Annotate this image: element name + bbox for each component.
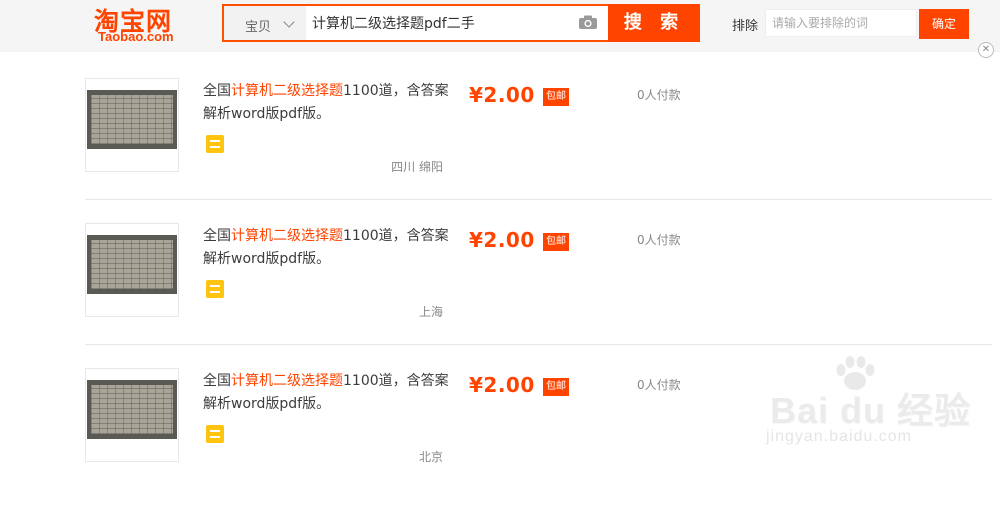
search-button[interactable]: 搜 索 [608,4,700,42]
top-search-bar: 淘宝网 Taobao.com 宝贝 搜 索 排除 确定 ✕ [0,0,1000,58]
result-item[interactable]: 全国计算机二级选择题1100道，含答案解析word版pdf版。 四川 绵阳 ¥2… [85,70,992,215]
title-prefix: 全国 [203,228,231,244]
product-price: ¥2.00 [469,228,535,252]
free-shipping-badge: 包邮 [543,88,569,106]
exclude-confirm-button[interactable]: 确定 [919,9,969,39]
close-icon[interactable]: ✕ [978,42,994,58]
product-title[interactable]: 全国计算机二级选择题1100道，含答案解析word版pdf版。 [203,80,453,126]
paid-count: 0人付款 [637,88,681,102]
seller-location: 四川 绵阳 [391,160,443,174]
search-type-dropdown[interactable]: 宝贝 [224,6,306,40]
chevron-down-icon [283,16,295,28]
search-input[interactable] [312,12,572,34]
thumbnail-image [87,90,177,149]
divider [85,344,992,345]
title-highlight: 计算机二级选择题 [231,228,343,244]
seller-level-icon[interactable] [206,280,224,298]
title-highlight: 计算机二级选择题 [231,373,343,389]
paid-count: 0人付款 [637,378,681,392]
search-type-label: 宝贝 [245,20,272,35]
divider [85,199,992,200]
thumbnail-image [87,235,177,294]
title-prefix: 全国 [203,373,231,389]
free-shipping-badge: 包邮 [543,378,569,396]
logo-english-text: Taobao.com [98,29,174,44]
exclude-label: 排除 [732,19,759,34]
exclude-input[interactable] [765,9,917,37]
product-price: ¥2.00 [469,83,535,107]
product-thumbnail[interactable] [85,78,179,172]
product-thumbnail[interactable] [85,223,179,317]
taobao-logo[interactable]: 淘宝网 Taobao.com [94,2,194,48]
baidu-jingyan-watermark: Bai du 经验 jingyan.baidu.com [760,350,1000,468]
watermark-url: jingyan.baidu.com [766,428,912,445]
free-shipping-badge: 包邮 [543,233,569,251]
product-price: ¥2.00 [469,373,535,397]
seller-location: 上海 [418,305,443,319]
paid-count: 0人付款 [637,233,681,247]
search-box: 宝贝 搜 索 [222,4,700,42]
seller-level-icon[interactable] [206,135,224,153]
watermark-text: Bai du 经验 [770,390,972,431]
title-prefix: 全国 [203,83,231,99]
title-highlight: 计算机二级选择题 [231,83,343,99]
product-thumbnail[interactable] [85,368,179,462]
seller-location: 北京 [418,450,443,464]
product-title[interactable]: 全国计算机二级选择题1100道，含答案解析word版pdf版。 [203,225,453,271]
product-title[interactable]: 全国计算机二级选择题1100道，含答案解析word版pdf版。 [203,370,453,416]
result-item[interactable]: 全国计算机二级选择题1100道，含答案解析word版pdf版。 上海 ¥2.00… [85,215,992,360]
thumbnail-image [87,380,177,439]
camera-icon[interactable] [578,15,598,30]
seller-level-icon[interactable] [206,425,224,443]
